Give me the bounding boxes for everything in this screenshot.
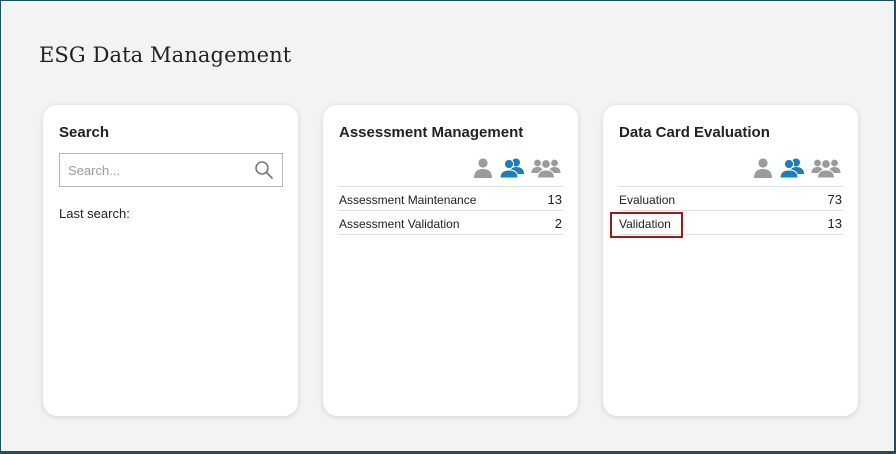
datacard-view-toggle xyxy=(753,155,841,179)
two-users-icon[interactable] xyxy=(499,157,525,179)
row-count: 13 xyxy=(827,216,842,231)
list-item[interactable]: Assessment Maintenance 13 xyxy=(338,186,563,210)
row-count: 13 xyxy=(547,192,562,207)
row-label[interactable]: Evaluation xyxy=(619,193,675,207)
page-title: ESG Data Management xyxy=(39,43,292,67)
data-card-evaluation-title: Data Card Evaluation xyxy=(619,124,770,141)
datacard-list: Evaluation 73 Validation 13 xyxy=(610,186,843,238)
search-card: Search Last search: xyxy=(43,105,298,416)
search-card-title: Search xyxy=(59,124,110,141)
last-search-label: Last search: xyxy=(59,206,130,221)
single-user-icon[interactable] xyxy=(473,157,493,179)
list-item[interactable]: Validation 13 xyxy=(610,210,843,238)
assessment-list: Assessment Maintenance 13 Assessment Val… xyxy=(338,186,563,235)
two-users-icon[interactable] xyxy=(779,157,805,179)
group-users-icon[interactable] xyxy=(531,157,561,179)
data-card-evaluation-card: Data Card Evaluation Evaluation 73 Valid… xyxy=(603,105,858,416)
single-user-icon[interactable] xyxy=(753,157,773,179)
row-count: 73 xyxy=(827,192,842,207)
assessment-management-title: Assessment Management xyxy=(339,124,524,141)
assessment-view-toggle xyxy=(473,155,561,179)
group-users-icon[interactable] xyxy=(811,157,841,179)
row-label[interactable]: Assessment Validation xyxy=(339,217,460,231)
assessment-management-card: Assessment Management Assessment Mainten… xyxy=(323,105,578,416)
list-item[interactable]: Evaluation 73 xyxy=(618,186,843,210)
search-box[interactable] xyxy=(59,153,283,187)
search-input[interactable] xyxy=(60,154,256,186)
list-item[interactable]: Assessment Validation 2 xyxy=(338,210,563,235)
search-icon[interactable] xyxy=(254,160,274,180)
row-label[interactable]: Assessment Maintenance xyxy=(339,193,476,207)
row-label[interactable]: Validation xyxy=(619,217,671,231)
app-frame: ESG Data Management Search Last search: … xyxy=(1,1,894,451)
row-count: 2 xyxy=(554,216,562,231)
